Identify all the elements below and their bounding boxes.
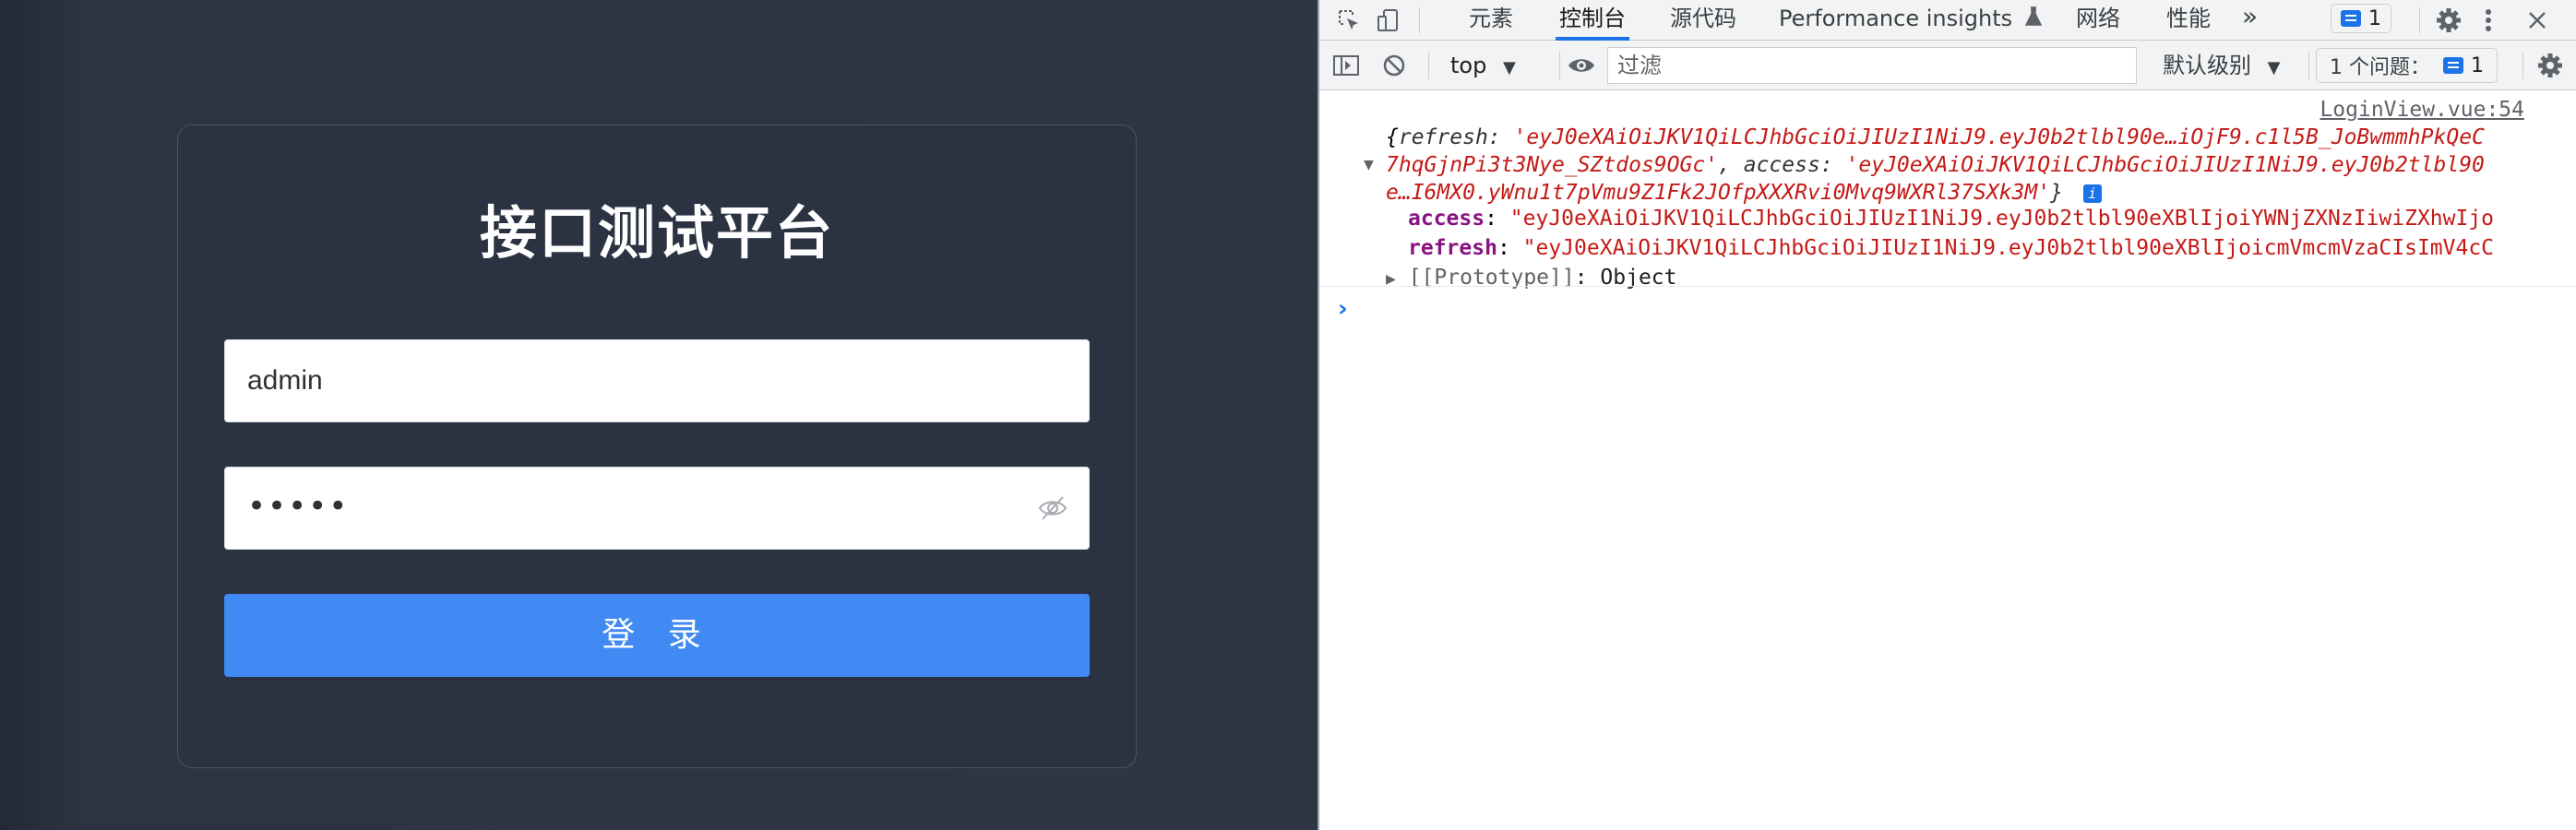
sidebar-toggle-icon[interactable]	[1329, 45, 1364, 86]
toolbar-divider	[1559, 52, 1560, 79]
flask-icon	[2024, 1, 2042, 38]
prop-refresh-row: refresh: "eyJ0eXAiOiJKV1QiLCJhbGciOiJIUz…	[1408, 236, 2495, 260]
log-summary-line-2[interactable]: 7hqGjnPi3t3Nye_SZtdos9OGc', access: 'eyJ…	[1386, 153, 2567, 177]
tab-performance-insights[interactable]: Performance insights	[1775, 0, 2045, 41]
refresh-value-part-1: 'eyJ0eXAiOiJKV1QiLCJhbGciOiJIUzI1NiJ9.ey…	[1513, 125, 2485, 149]
messages-count: 1	[2368, 6, 2381, 30]
prop-refresh-key: refresh	[1408, 236, 1497, 260]
access-value-part-2: e…I6MX0.yWnu1t7pVmu9Z1Fk2JOfpXXXRvi0Mvq9…	[1386, 181, 2051, 205]
page-title: 接口测试平台	[479, 199, 834, 267]
brace-close: }	[2050, 181, 2063, 205]
tab-elements[interactable]: 元素	[1465, 0, 1517, 41]
expand-triangle-icon[interactable]: ▼	[1364, 155, 1374, 174]
more-tabs-button[interactable]: »	[2238, 0, 2261, 41]
devtools-tab-bar: 元素 控制台 源代码 Performance insights 网络 性能 » …	[1319, 0, 2576, 41]
kebab-menu-icon[interactable]	[2475, 0, 2502, 41]
password-input[interactable]: •••••	[247, 488, 349, 525]
access-value-part-1: 'eyJ0eXAiOiJKV1QiLCJhbGciOiJIUzI1NiJ9.ey…	[1845, 153, 2485, 177]
username-field[interactable]	[224, 339, 1090, 422]
tab-network[interactable]: 网络	[2072, 0, 2124, 41]
username-input[interactable]	[247, 340, 1041, 421]
device-toolbar-icon[interactable]	[1371, 0, 1404, 41]
tab-performance[interactable]: 性能	[2163, 0, 2214, 41]
prop-refresh-value: "eyJ0eXAiOiJKV1QiLCJhbGciOiJIUzI1NiJ9.ey…	[1522, 236, 2495, 260]
console-prompt[interactable]: ›	[1338, 295, 1348, 323]
inspect-element-icon[interactable]	[1332, 0, 1366, 41]
messages-badge[interactable]: 1	[2331, 4, 2391, 33]
log-levels-label: 默认级别	[2163, 53, 2251, 78]
login-button[interactable]: 登 录	[224, 594, 1090, 677]
log-levels-select[interactable]: 默认级别 ▼	[2163, 50, 2280, 81]
log-divider	[1319, 286, 2576, 287]
refresh-key: refresh	[1398, 125, 1488, 149]
issues-icon	[2443, 57, 2463, 74]
prop-access-row: access: "eyJ0eXAiOiJKV1QiLCJhbGciOiJIUzI…	[1408, 207, 2495, 231]
prop-access-value: "eyJ0eXAiOiJKV1QiLCJhbGciOiJIUzI1NiJ9.ey…	[1509, 207, 2495, 231]
log-summary-line-1: {refresh: 'eyJ0eXAiOiJKV1QiLCJhbGciOiJIU…	[1386, 125, 2485, 149]
clear-console-icon[interactable]	[1378, 45, 1410, 86]
access-key: access	[1743, 153, 1820, 177]
toolbar-divider	[2522, 52, 2523, 79]
toolbar-divider	[2419, 7, 2420, 33]
log-summary-line-3: e…I6MX0.yWnu1t7pVmu9Z1Fk2JOfpXXXRvi0Mvq9…	[1386, 181, 2567, 205]
devtools-panel: 元素 控制台 源代码 Performance insights 网络 性能 » …	[1319, 0, 2576, 830]
issues-count: 1	[2471, 53, 2484, 77]
message-icon	[2341, 10, 2361, 27]
console-output: LoginView.vue:54 {refresh: 'eyJ0eXAiOiJK…	[1319, 90, 2576, 830]
tab-performance-insights-label: Performance insights	[1779, 6, 2013, 31]
console-toolbar: top ▼ 默认级别 ▼ 1 个问题： 1	[1319, 41, 2576, 90]
toolbar-divider	[1428, 52, 1429, 79]
close-icon[interactable]	[2519, 0, 2556, 41]
issues-label: 1 个问题：	[2330, 56, 2430, 79]
eye-hidden-icon[interactable]	[1037, 492, 1068, 524]
context-value: top	[1450, 53, 1487, 78]
login-card: 接口测试平台 ••••• 登 录	[177, 125, 1137, 768]
tab-sources[interactable]: 源代码	[1666, 0, 1740, 41]
dropdown-arrow-icon: ▼	[2267, 58, 2281, 77]
live-expression-eye-icon[interactable]	[1561, 45, 1602, 86]
console-settings-gear-icon[interactable]	[2532, 45, 2569, 86]
issues-button[interactable]: 1 个问题： 1	[2316, 48, 2498, 83]
toolbar-divider	[2308, 52, 2309, 79]
refresh-value-part-2: 7hqGjnPi3t3Nye_SZtdos9OGc'	[1386, 153, 1719, 177]
password-field[interactable]: •••••	[224, 467, 1090, 550]
toolbar-divider	[1419, 7, 1420, 33]
login-page: 接口测试平台 ••••• 登 录	[0, 0, 1318, 830]
prop-access-key: access	[1408, 207, 1485, 231]
filter-input[interactable]	[1607, 47, 2137, 84]
context-select[interactable]: top ▼	[1450, 50, 1516, 81]
info-icon[interactable]: i	[2082, 184, 2102, 203]
tab-console[interactable]: 控制台	[1556, 0, 1629, 41]
source-link[interactable]: LoginView.vue:54	[2320, 98, 2524, 122]
settings-gear-icon[interactable]	[2430, 0, 2467, 41]
brace-open: {	[1386, 125, 1399, 149]
dropdown-arrow-icon: ▼	[1502, 58, 1516, 77]
